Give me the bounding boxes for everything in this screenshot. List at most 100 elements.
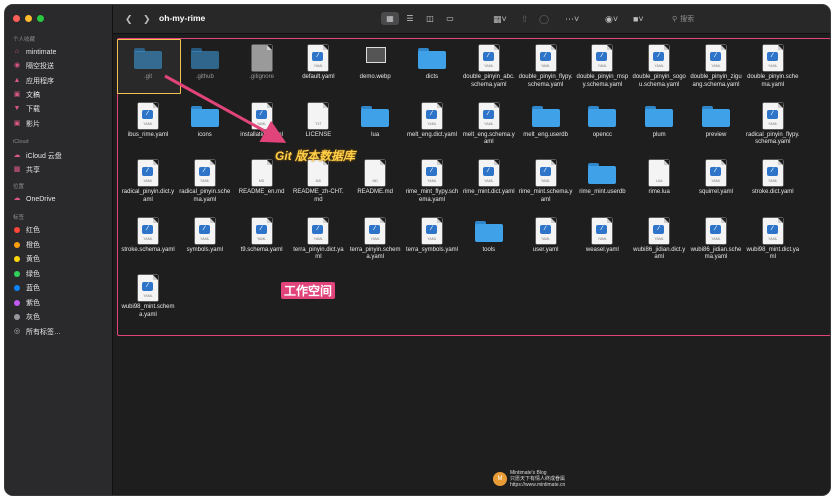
file-item[interactable]: tools [461, 215, 517, 275]
file-item[interactable]: ⁄ YAML wubi86_jidian.schema.yaml [688, 215, 744, 275]
file-item[interactable]: MD README.md [347, 157, 403, 217]
file-item[interactable]: ⁄ YAML radical_pinyin.schema.yaml [177, 157, 233, 217]
file-name: squirrel.yaml [698, 189, 733, 195]
file-name: wubi86_jidian.dict.yaml [633, 246, 686, 261]
file-item[interactable]: ⁄ YAML double_pinyin_abc.schema.yaml [461, 42, 517, 102]
app-icon[interactable]: ■˅ [633, 13, 644, 25]
sidebar-item-0[interactable]: ⌂ mintimate [13, 46, 56, 58]
file-item[interactable]: ⁄ YAML wubi98_mint.dict.yaml [745, 215, 801, 275]
file-item[interactable]: preview [688, 100, 744, 160]
file-item[interactable]: ⁄ YAML double_pinyin_mspy.schema.yaml [574, 42, 630, 102]
sidebar-item-1[interactable]: ◉ 隔空投送 [13, 60, 54, 72]
tag-label: 所有标签… [26, 328, 61, 336]
yaml-file-icon: ⁄ YAML [762, 217, 783, 244]
search-field[interactable]: ⚲ 搜索 [672, 12, 822, 25]
yaml-file-icon: ⁄ YAML [535, 45, 556, 71]
yaml-file-icon: ⁄ YAML [308, 45, 329, 71]
sidebar-item-5[interactable]: ▣ 影片 [13, 118, 40, 130]
file-item[interactable]: MD README_zh-CHT.md [290, 157, 346, 217]
file-name: symbols.yaml [186, 246, 223, 253]
file-item[interactable]: ⁄ YAML terra_pinyin.dict.yaml [290, 215, 346, 275]
file-item[interactable]: ⁄ YAML squirrel.yaml [688, 157, 744, 217]
file-item[interactable]: ⁄ YAML double_pinyin.schema.yaml [745, 42, 801, 102]
file-item[interactable]: .gitignore [234, 42, 290, 102]
sidebar-item-4[interactable]: ▼ 下载 [13, 103, 40, 115]
folder-icon [134, 48, 162, 69]
file-item[interactable]: ⁄ YAML radical_pinyin.dict.yaml [120, 157, 176, 217]
share-icon[interactable]: ⇧ [521, 13, 529, 25]
file-name: rime_mint.userdb [579, 189, 626, 195]
sidebar-item-2[interactable]: ▲ 应用程序 [13, 75, 54, 87]
file-name: melt_eng.dict.yaml [406, 131, 458, 138]
file-item[interactable]: ⁄ YAML double_pinyin_sogou.schema.yaml [631, 42, 687, 102]
search-placeholder: 搜索 [680, 15, 695, 23]
file-item[interactable]: ⁄ YAML stroke.dict.yaml [745, 157, 801, 217]
file-item[interactable]: ⁄ YAML rime_mint.dict.yaml [461, 157, 517, 217]
file-item[interactable]: ⁄ YAML melt_eng.dict.yaml [404, 100, 460, 160]
file-item[interactable]: ⁄ YAML wubi98_mint.schema.yaml [120, 272, 176, 332]
file-item[interactable]: ⁄ YAML rime_mint_flypy.schema.yaml [404, 157, 460, 217]
file-item[interactable]: ⁄ YAML user.yaml [518, 215, 574, 275]
sidebar-item-location-0[interactable]: ☁ OneDrive [13, 193, 56, 205]
file-item[interactable]: plum [631, 100, 687, 160]
file-item[interactable]: ⁄ YAML ibus_rime.yaml [120, 100, 176, 160]
tag-item-6[interactable]: 灰色 [13, 311, 40, 323]
tag-icon[interactable]: ◯ [539, 13, 549, 25]
file-item[interactable]: ⁄ YAML rime_mint.schema.yaml [518, 157, 574, 217]
download-icon: ▼ [13, 105, 21, 113]
file-name: lua [371, 131, 380, 138]
file-item[interactable]: ⁄ YAML double_pinyin_flypy.schema.yaml [518, 42, 574, 102]
file-item[interactable]: ⁄ YAML symbols.yaml [177, 215, 233, 275]
sidebar-item-icloud-0[interactable]: ☁ iCloud 云盘 [13, 150, 62, 162]
file-item[interactable]: ⁄ YAML double_pinyin_ziguang.schema.yaml [688, 42, 744, 102]
file-item[interactable]: ⁄ YAML terra_symbols.yaml [404, 215, 460, 275]
sidebar-item-icloud-1[interactable]: ▩ 共享 [13, 164, 40, 176]
sidebar-item-label: 共享 [26, 167, 40, 174]
file-item[interactable]: ⁄ YAML default.yaml [290, 42, 346, 102]
file-item[interactable]: lua [347, 100, 403, 160]
file-item[interactable]: ⁄ YAML radical_pinyin_flypy.schema.yaml [745, 100, 801, 160]
file-item[interactable]: icons [177, 100, 233, 160]
tag-item-5[interactable]: 紫色 [13, 297, 40, 309]
tag-item-7[interactable]: ◎ 所有标签… [13, 326, 61, 338]
forward-icon[interactable]: ❯ [143, 13, 151, 25]
file-item[interactable]: ⁄ YAML terra_pinyin.schema.yaml [347, 215, 403, 275]
tag-item-0[interactable]: 红色 [13, 224, 40, 236]
file-item[interactable]: ⁄ YAML stroke.schema.yaml [120, 215, 176, 275]
file-browser: .git .github .gitignore ⁄ YAML default.yaml de… [113, 34, 830, 495]
file-item[interactable]: ⁄ YAML wubi86_jidian.dict.yaml [631, 215, 687, 275]
file-item[interactable]: melt_eng.userdb [518, 100, 574, 160]
file-item[interactable]: opencc [574, 100, 630, 160]
file-name: terra_pinyin.dict.yaml [293, 246, 344, 261]
gallery-view-icon[interactable]: ▭ [441, 12, 459, 25]
icon-view-icon[interactable]: ▦ [381, 12, 399, 25]
folder-icon [474, 220, 503, 242]
tag-item-2[interactable]: 黄色 [13, 253, 40, 265]
file-item[interactable]: demo.webp [347, 42, 403, 102]
zoom-button[interactable] [37, 15, 44, 22]
tag-item-4[interactable]: 蓝色 [13, 282, 40, 294]
file-item[interactable]: ⁄ YAML weasel.yaml [574, 215, 630, 275]
column-view-icon[interactable]: ◫ [421, 12, 439, 25]
file-item[interactable]: .git [120, 42, 176, 102]
file-item[interactable]: .github [177, 42, 233, 102]
file-item[interactable]: rime_mint.userdb [574, 157, 630, 217]
back-icon[interactable]: ❮ [125, 13, 133, 25]
more-icon[interactable]: ⋯˅ [565, 13, 579, 25]
group-icon[interactable]: ▦˅ [493, 13, 507, 25]
yaml-file-icon: ⁄ YAML [138, 217, 158, 244]
file-item[interactable]: ⁄ YAML melt_eng.schema.yaml [461, 100, 517, 160]
file-item[interactable]: MD README_en.md [234, 157, 290, 217]
tag-item-3[interactable]: 绿色 [13, 268, 40, 280]
account-icon[interactable]: ◉˅ [605, 13, 618, 25]
file-item[interactable]: dicts [404, 42, 460, 102]
close-button[interactable] [13, 15, 20, 22]
tag-label: 蓝色 [26, 285, 40, 292]
minimize-button[interactable] [25, 15, 32, 22]
file-item[interactable]: ⁄ YAML t9.schema.yaml [234, 215, 290, 275]
tag-item-1[interactable]: 橙色 [13, 239, 40, 251]
list-view-icon[interactable]: ☰ [401, 12, 419, 25]
sidebar-item-3[interactable]: ▣ 文稿 [13, 89, 40, 101]
file-item[interactable]: LUA rime.lua [631, 157, 687, 217]
file-name: terra_symbols.yaml [405, 246, 458, 253]
